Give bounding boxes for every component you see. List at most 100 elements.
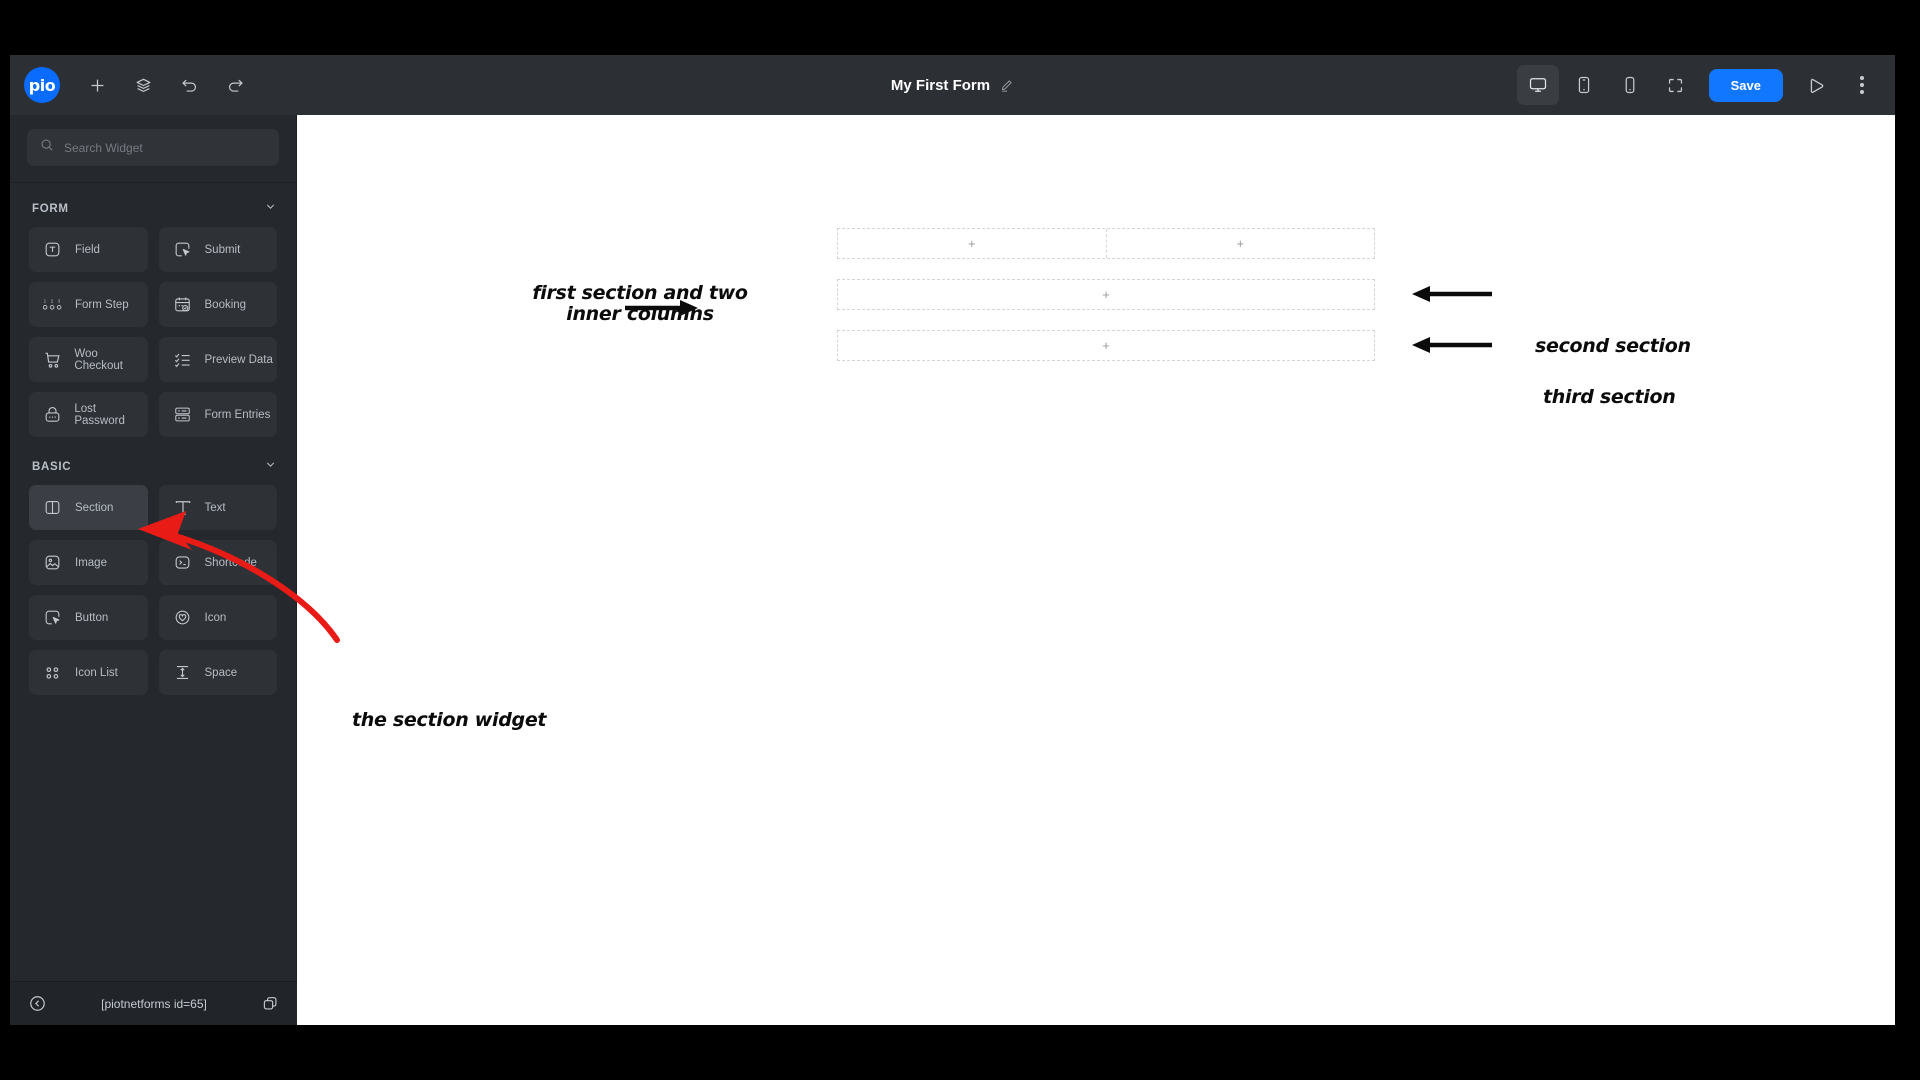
plus-icon[interactable]: + <box>1102 288 1110 301</box>
annotation-third-section: third section <box>1543 386 1676 408</box>
widget-submit[interactable]: Submit <box>158 227 277 272</box>
widget-label: Woo Checkout <box>74 347 123 372</box>
svg-text:1: 1 <box>44 298 47 303</box>
widget-label: Submit <box>204 243 241 256</box>
icon-list-icon <box>43 663 65 683</box>
widget-label: Lost Password <box>74 402 125 427</box>
vertical-space-icon <box>173 663 195 682</box>
widget-icon-list[interactable]: Icon List <box>29 650 148 695</box>
widget-preview-data[interactable]: Preview Data <box>158 337 277 382</box>
kebab-menu-icon[interactable] <box>1841 65 1883 105</box>
server-rows-icon <box>173 405 195 424</box>
group-header-form[interactable]: FORM <box>10 183 296 227</box>
plus-icon[interactable]: + <box>968 237 976 250</box>
brand-logo[interactable]: pio <box>24 67 60 103</box>
widget-button[interactable]: Button <box>29 595 148 640</box>
image-icon <box>43 553 65 572</box>
widget-label: Form Entries <box>204 408 271 421</box>
widget-label: Form Step <box>75 298 129 311</box>
group-title-basic: BASIC <box>32 461 72 473</box>
widget-icon[interactable]: Icon <box>158 595 277 640</box>
annotation-first-section: first section and two inner columns <box>532 282 748 325</box>
widget-form-entries[interactable]: Form Entries <box>158 392 277 437</box>
text-t-icon <box>173 498 195 518</box>
checklist-icon <box>173 350 195 369</box>
third-section-column-1[interactable]: + <box>838 331 1374 360</box>
widget-label: Booking <box>204 298 247 311</box>
chevron-down-icon[interactable] <box>264 458 277 476</box>
redo-icon[interactable] <box>212 62 258 108</box>
widget-field[interactable]: Field <box>29 227 148 272</box>
second-section[interactable]: + <box>837 279 1375 310</box>
widget-label: Field <box>75 243 100 256</box>
search-input[interactable]: Search Widget <box>27 129 279 166</box>
annotation-section-widget: the section widget <box>352 709 547 731</box>
preview-play-icon[interactable] <box>1795 65 1837 105</box>
widget-space[interactable]: Space <box>158 650 277 695</box>
chevron-left-circle-icon[interactable] <box>28 994 47 1013</box>
widget-label: Space <box>204 666 238 679</box>
second-section-column-1[interactable]: + <box>838 280 1374 309</box>
plus-icon[interactable]: + <box>1236 237 1244 250</box>
svg-text:3: 3 <box>58 298 61 303</box>
device-desktop-button[interactable] <box>1516 65 1559 105</box>
widget-grid-form: Field Submit 1 2 3 Form Step Booking Woo… <box>10 227 296 437</box>
chevron-down-icon[interactable] <box>264 200 277 218</box>
group-title-form: FORM <box>32 203 69 215</box>
svg-text:2: 2 <box>51 298 54 303</box>
device-tablet-button[interactable] <box>1563 65 1605 105</box>
search-container: Search Widget <box>10 115 296 182</box>
shortcode-text: [piotnetforms id=65] <box>101 996 207 1011</box>
text-field-icon <box>43 240 65 259</box>
first-section-column-2[interactable]: + <box>1105 229 1375 258</box>
form-canvas[interactable]: + + + + <box>297 55 1895 1025</box>
widget-woo-checkout[interactable]: Woo Checkout <box>29 337 148 382</box>
device-mobile-button[interactable] <box>1609 65 1651 105</box>
plus-icon[interactable]: + <box>1102 339 1110 352</box>
widget-text[interactable]: Text <box>158 485 277 530</box>
widget-image[interactable]: Image <box>29 540 148 585</box>
top-toolbar: pio My First Form Save <box>10 55 1895 115</box>
copy-icon[interactable] <box>261 995 279 1013</box>
third-section[interactable]: + <box>837 330 1375 361</box>
widget-booking[interactable]: Booking <box>158 282 277 327</box>
widget-label: Section <box>75 501 114 514</box>
pencil-icon[interactable] <box>999 78 1014 93</box>
widget-section[interactable]: Section <box>29 485 148 530</box>
widget-label: Image <box>75 556 107 569</box>
widget-label: Icon <box>204 611 227 624</box>
lock-icon <box>43 405 64 424</box>
widget-label: Preview Data <box>204 353 273 366</box>
heart-circle-icon <box>173 608 195 627</box>
toolbar-right-group: Save <box>1516 55 1883 115</box>
widget-form-step[interactable]: 1 2 3 Form Step <box>29 282 148 327</box>
search-icon <box>40 138 54 157</box>
sections-stack: + + + + <box>837 228 1375 381</box>
form-step-icon: 1 2 3 <box>43 295 65 314</box>
plus-icon[interactable] <box>74 62 120 108</box>
group-header-basic[interactable]: BASIC <box>10 437 296 485</box>
section-columns-icon <box>43 498 65 517</box>
submit-cursor-icon <box>173 240 195 259</box>
editor-window: Search Widget FORM Field Submit 1 2 3 Fo… <box>10 55 1895 1025</box>
button-cursor-icon <box>43 608 65 627</box>
first-section[interactable]: + + <box>837 228 1375 259</box>
search-placeholder: Search Widget <box>64 140 143 155</box>
layers-icon[interactable] <box>120 62 166 108</box>
widget-label: Text <box>204 501 226 514</box>
toolbar-left-group: pio <box>10 62 258 108</box>
widget-sidebar: Search Widget FORM Field Submit 1 2 3 Fo… <box>10 55 297 1025</box>
widget-lost-password[interactable]: Lost Password <box>29 392 148 437</box>
fullscreen-icon[interactable] <box>1655 65 1697 105</box>
terminal-icon <box>173 553 195 572</box>
undo-icon[interactable] <box>166 62 212 108</box>
calendar-check-icon <box>173 295 195 314</box>
shopping-cart-icon <box>43 350 64 370</box>
save-button[interactable]: Save <box>1708 68 1783 102</box>
widget-shortcode[interactable]: Shortcode <box>158 540 277 585</box>
widget-label: Button <box>75 611 109 624</box>
annotation-second-section: second section <box>1535 335 1691 357</box>
sidebar-footer: [piotnetforms id=65] <box>10 981 297 1025</box>
page-title: My First Form <box>890 76 991 94</box>
first-section-column-1[interactable]: + <box>838 229 1106 258</box>
